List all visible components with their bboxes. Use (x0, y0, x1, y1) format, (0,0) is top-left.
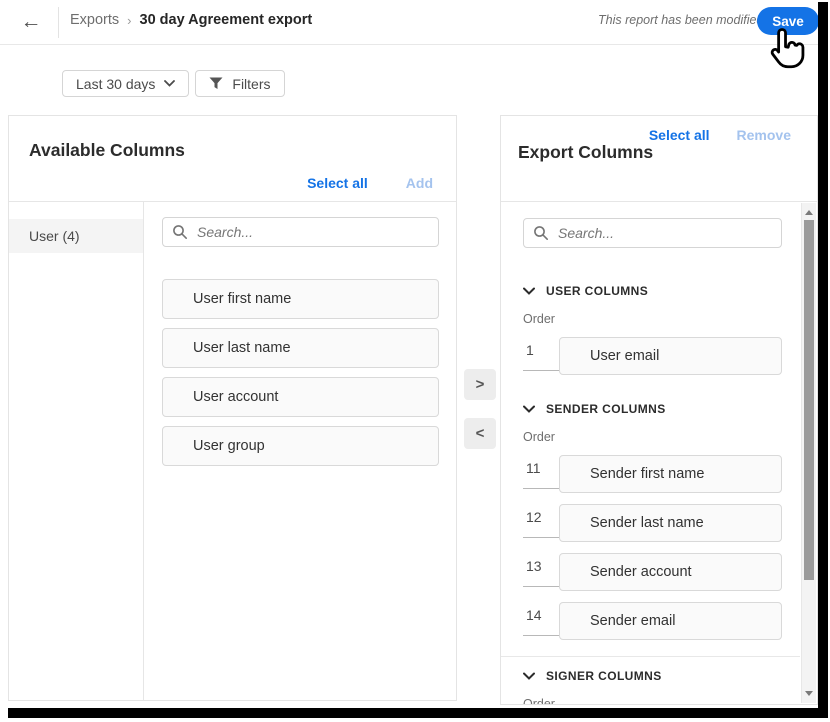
available-add-link[interactable]: Add (406, 175, 433, 191)
back-button[interactable]: ← (16, 8, 46, 36)
available-select-all-link[interactable]: Select all (307, 175, 368, 191)
section-label: USER COLUMNS (546, 284, 648, 298)
export-item[interactable]: Sender first name (559, 455, 782, 493)
export-item[interactable]: Sender last name (559, 504, 782, 542)
export-columns-content: USER COLUMNS Order 1 User email SENDER C… (501, 202, 800, 704)
export-actions: Select all Remove (649, 127, 791, 143)
header-divider (58, 7, 59, 38)
available-columns-content: User first name User last name User acco… (144, 202, 456, 700)
chevron-down-icon (164, 80, 175, 87)
section-header-user-columns[interactable]: USER COLUMNS (523, 284, 782, 298)
save-button[interactable]: Save (757, 7, 819, 35)
filter-toolbar: Last 30 days Filters (62, 70, 285, 97)
chevron-down-icon (523, 287, 535, 295)
breadcrumb-current-report: 30 day Agreement export (140, 12, 313, 28)
breadcrumb-separator-icon: › (127, 13, 131, 28)
available-item[interactable]: User group (162, 426, 439, 466)
move-left-button[interactable]: < (464, 418, 496, 449)
export-editor-screen: ← Exports › 30 day Agreement export This… (0, 0, 830, 722)
date-range-dropdown[interactable]: Last 30 days (62, 70, 189, 97)
screenshot-shadow-right (818, 2, 828, 718)
order-column-label: Order (523, 312, 782, 326)
chevron-down-icon (523, 405, 535, 413)
screenshot-shadow-bottom (8, 708, 828, 718)
export-select-all-link[interactable]: Select all (649, 127, 710, 143)
available-columns-title: Available Columns (29, 140, 185, 161)
section-divider (501, 656, 800, 657)
export-scrollbar (801, 203, 816, 703)
section-label: SENDER COLUMNS (546, 402, 666, 416)
export-search-input[interactable] (523, 218, 782, 248)
filters-label: Filters (232, 76, 270, 92)
breadcrumb: Exports › 30 day Agreement export (70, 12, 312, 28)
available-item[interactable]: User account (162, 377, 439, 417)
section-header-signer-columns[interactable]: SIGNER COLUMNS (523, 669, 782, 683)
export-row: 13 Sender account (523, 553, 782, 591)
breadcrumb-exports[interactable]: Exports (70, 12, 119, 28)
export-columns-panel: Select all Remove Export Columns USER CO… (500, 115, 818, 705)
export-row: 1 User email (523, 337, 782, 375)
export-row: 11 Sender first name (523, 455, 782, 493)
category-sidebar: User (4) (9, 202, 144, 700)
funnel-icon (209, 77, 223, 90)
available-item[interactable]: User last name (162, 328, 439, 368)
available-search (162, 217, 439, 247)
available-item[interactable]: User first name (162, 279, 439, 319)
order-input[interactable]: 13 (523, 558, 559, 587)
available-columns-body: User (4) User first name User last name … (9, 202, 456, 700)
search-icon (172, 224, 188, 240)
available-search-input[interactable] (162, 217, 439, 247)
export-item[interactable]: User email (559, 337, 782, 375)
order-input[interactable]: 11 (523, 460, 559, 489)
export-remove-link[interactable]: Remove (737, 127, 791, 143)
export-row: 12 Sender last name (523, 504, 782, 542)
export-item[interactable]: Sender email (559, 602, 782, 640)
move-right-button[interactable]: > (464, 369, 496, 400)
category-item-user[interactable]: User (4) (9, 219, 143, 253)
available-columns-panel: Available Columns Select all Add User (4… (8, 115, 457, 701)
export-item[interactable]: Sender account (559, 553, 782, 591)
export-columns-title: Export Columns (518, 142, 653, 163)
available-actions: Select all Add (307, 175, 433, 191)
order-column-label: Order (523, 430, 782, 444)
available-items-list: User first name User last name User acco… (162, 279, 439, 466)
date-range-label: Last 30 days (76, 76, 155, 92)
scrollbar-up-arrow[interactable] (805, 210, 813, 215)
filters-button[interactable]: Filters (195, 70, 284, 97)
export-search (523, 218, 782, 248)
order-input[interactable]: 1 (523, 342, 559, 371)
section-header-sender-columns[interactable]: SENDER COLUMNS (523, 402, 782, 416)
export-row: 14 Sender email (523, 602, 782, 640)
section-label: SIGNER COLUMNS (546, 669, 662, 683)
chevron-down-icon (523, 672, 535, 680)
modified-status-text: This report has been modified (598, 13, 763, 27)
scrollbar-down-arrow[interactable] (805, 691, 813, 696)
search-icon (533, 225, 549, 241)
order-input[interactable]: 14 (523, 607, 559, 636)
scrollbar-thumb[interactable] (804, 220, 814, 580)
order-column-label: Order (523, 697, 782, 704)
order-input[interactable]: 12 (523, 509, 559, 538)
top-header-bar: ← Exports › 30 day Agreement export This… (0, 0, 818, 45)
